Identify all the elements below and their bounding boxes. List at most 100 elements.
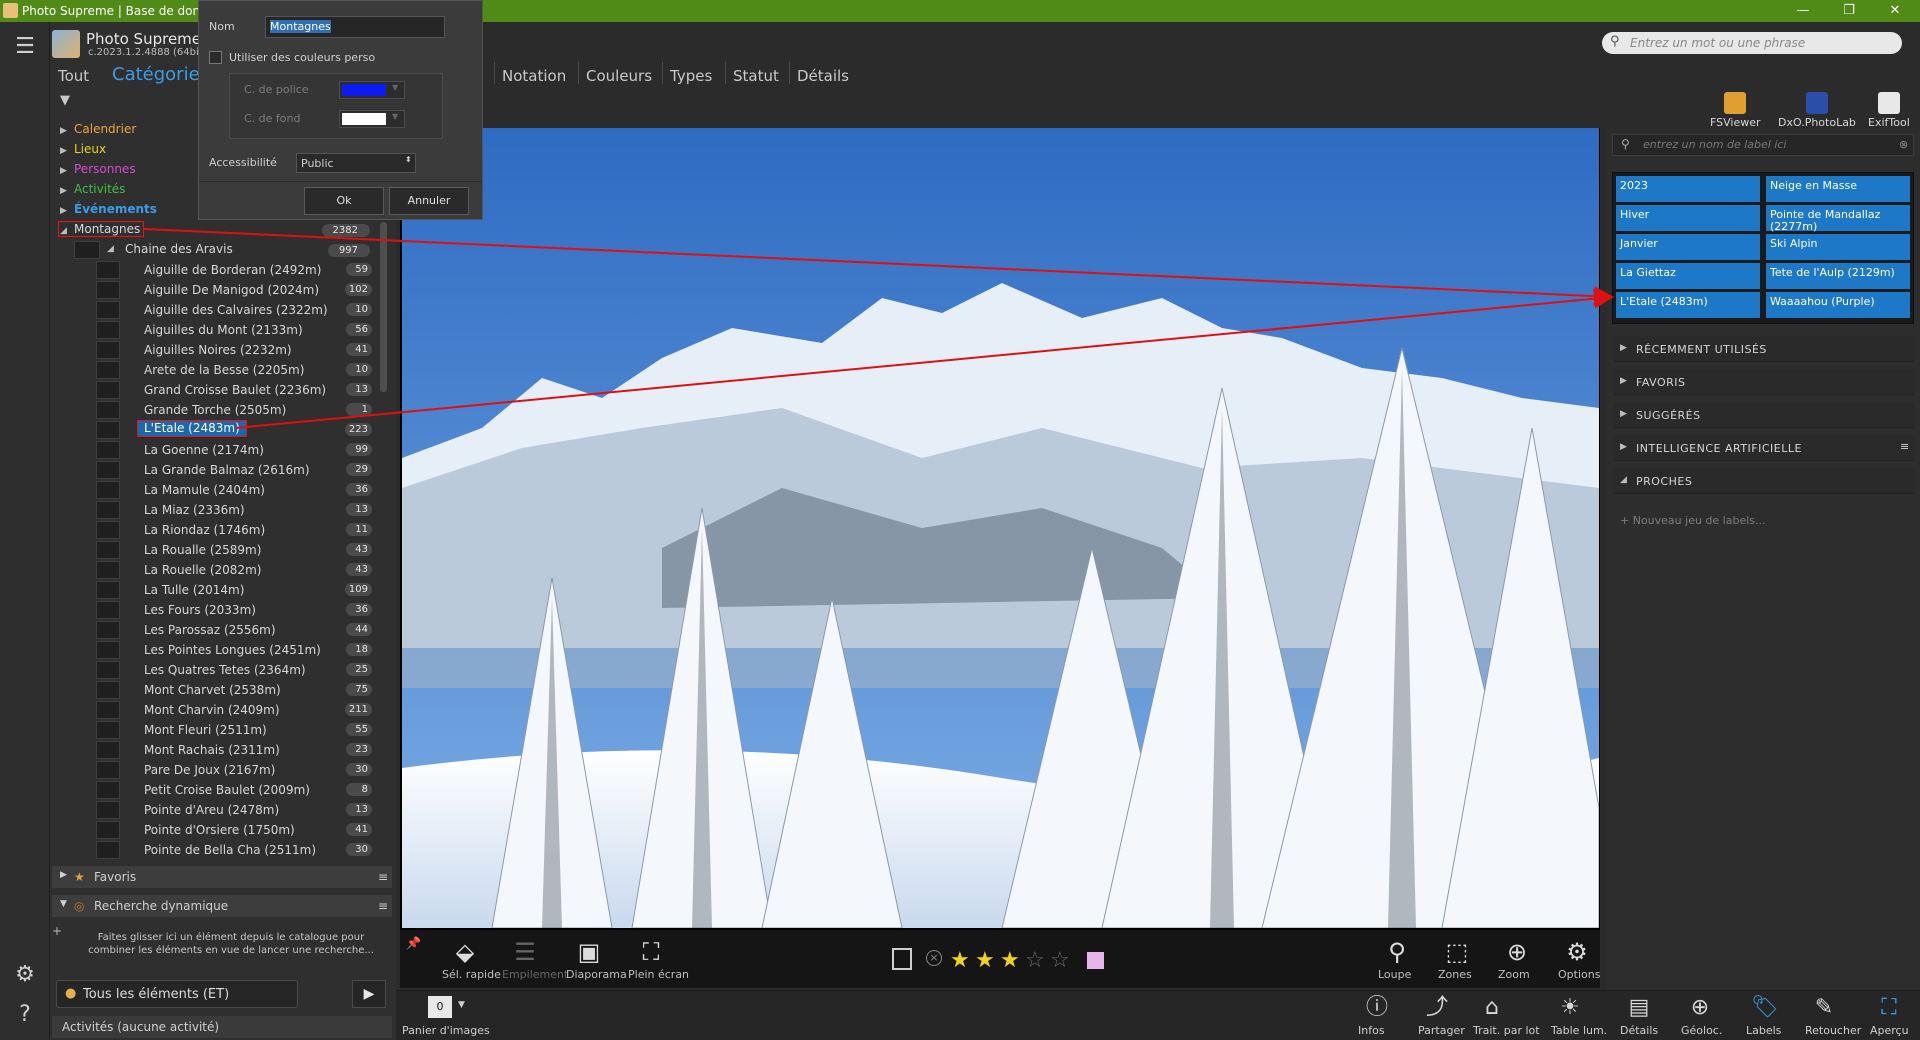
activities-bar[interactable]: Activités (aucune activité) — [52, 1016, 392, 1038]
tool-options-label[interactable]: Options — [1558, 968, 1600, 981]
bottom-infos-label[interactable]: Infos — [1358, 1024, 1385, 1037]
tree-item[interactable]: Les Pointes Longues (2451m) 18 — [72, 640, 372, 660]
tree-item[interactable]: La Rouelle (2082m) 43 — [72, 560, 372, 580]
group-checkbox[interactable] — [74, 241, 100, 259]
tool-plein-ecran-label[interactable]: Plein écran — [628, 968, 689, 981]
assigned-label[interactable]: Waaaahou (Purple) — [1766, 292, 1910, 318]
assigned-label[interactable]: Pointe de Mandallaz (2277m) — [1766, 205, 1910, 233]
rating-star-icon[interactable]: ★ — [975, 948, 995, 973]
collapse-triangle-icon[interactable]: ◢ — [60, 226, 74, 236]
tree-item-checkbox[interactable] — [96, 581, 120, 599]
rating-star-icon[interactable]: ☆ — [1050, 948, 1070, 973]
assigned-label[interactable]: Ski Alpin — [1766, 234, 1910, 260]
tree-item-checkbox[interactable] — [96, 601, 120, 619]
loupe-icon[interactable]: ⚲ — [1382, 938, 1412, 966]
pin-icon[interactable]: 📌 — [406, 936, 421, 950]
bg-color-picker[interactable]: ▼ — [339, 110, 405, 128]
tree-item-checkbox[interactable] — [96, 321, 120, 339]
section-suggeres[interactable]: ▶ SUGGÉRÉS — [1614, 402, 1914, 428]
tool-zones-label[interactable]: Zones — [1438, 968, 1472, 981]
batch-icon[interactable]: ⌂ — [1477, 994, 1507, 1022]
tree-item-checkbox[interactable] — [96, 821, 120, 839]
quick-select-icon[interactable]: ⬙ — [450, 938, 480, 966]
tree-item[interactable]: La Riondaz (1746m) 11 — [72, 520, 372, 540]
rating-star-icon[interactable]: ★ — [1000, 948, 1020, 973]
tree-item-checkbox[interactable] — [96, 801, 120, 819]
geoloc-icon[interactable]: ⊕ — [1685, 994, 1715, 1022]
help-icon[interactable]: ? — [12, 1002, 38, 1028]
rating-star-icon[interactable]: ★ — [950, 948, 970, 973]
tree-item-checkbox[interactable] — [96, 701, 120, 719]
tree-item-checkbox[interactable] — [96, 281, 120, 299]
tree-item-checkbox[interactable] — [96, 721, 120, 739]
reject-icon[interactable]: × — [926, 950, 942, 966]
label-search-input[interactable]: ⚲ entrez un nom de label ici ⊗ — [1612, 134, 1914, 156]
assigned-label[interactable]: Tete de l'Aulp (2129m) — [1766, 263, 1910, 289]
tab-categories[interactable]: Catégories — [112, 64, 209, 85]
info-icon[interactable]: ⓘ — [1362, 994, 1392, 1022]
category-activites[interactable]: ▶ Activités — [60, 182, 125, 200]
section-favoris[interactable]: ▶ FAVORIS — [1614, 369, 1914, 395]
tree-item[interactable]: Petit Croise Baulet (2009m) 8 — [72, 780, 372, 800]
group-collapse-triangle-icon[interactable]: ◢ — [107, 244, 114, 254]
category-calendrier[interactable]: ▶ Calendrier — [60, 122, 136, 140]
share-icon[interactable]: ⤴ — [1422, 994, 1452, 1022]
tree-item-checkbox[interactable] — [96, 441, 120, 459]
tree-item[interactable]: Les Parossaz (2556m) 44 — [72, 620, 372, 640]
tree-item-checkbox[interactable] — [96, 501, 120, 519]
expand-triangle-icon[interactable]: ▶ — [60, 126, 74, 136]
tree-item-checkbox[interactable] — [96, 561, 120, 579]
tree-item[interactable]: Pointe d'Orsiere (1750m) 41 — [72, 820, 372, 840]
basket-dropdown-icon[interactable]: ▼ — [458, 1000, 465, 1010]
tree-item-checkbox[interactable] — [96, 781, 120, 799]
tool-zoom-label[interactable]: Zoom — [1498, 968, 1530, 981]
assigned-label[interactable]: 2023 — [1616, 176, 1760, 202]
assigned-label[interactable]: L'Etale (2483m) — [1616, 292, 1760, 318]
tree-item[interactable]: La Miaz (2336m) 13 — [72, 500, 372, 520]
tree-item[interactable]: Mont Charvin (2409m) 211 — [72, 700, 372, 720]
tree-item-checkbox[interactable] — [96, 381, 120, 399]
stack-icon[interactable]: ☰ — [510, 938, 540, 966]
tree-parent-montagnes[interactable]: ◢ Montagnes — [60, 222, 140, 240]
fullscreen-icon[interactable]: ⛶ — [636, 938, 666, 966]
filter-funnel-icon[interactable]: ▼ — [60, 93, 74, 108]
tab-notation[interactable]: Notation — [502, 67, 566, 85]
bottom-details-label[interactable]: Détails — [1620, 1024, 1658, 1037]
expand-triangle-icon[interactable]: ▶ — [60, 206, 74, 216]
tree-item[interactable]: L'Etale (2483m) 223 — [72, 420, 372, 440]
tree-item[interactable]: La Goenne (2174m) 99 — [72, 440, 372, 460]
tree-item-checkbox[interactable] — [96, 461, 120, 479]
main-photo[interactable] — [402, 128, 1599, 928]
bottom-partager-label[interactable]: Partager — [1418, 1024, 1465, 1037]
tree-item-checkbox[interactable] — [96, 341, 120, 359]
tab-statut[interactable]: Statut — [733, 67, 779, 85]
tree-item-checkbox[interactable] — [96, 761, 120, 779]
tree-item-checkbox[interactable] — [96, 481, 120, 499]
bookmark-flag-icon[interactable] — [892, 948, 912, 970]
basket-label[interactable]: Panier d'images — [402, 1024, 490, 1037]
tab-all[interactable]: Tout — [58, 67, 89, 85]
tree-item[interactable]: Aiguille De Manigod (2024m) 102 — [72, 280, 372, 300]
font-color-picker[interactable]: ▼ — [339, 81, 405, 99]
bottom-retoucher-label[interactable]: Retoucher — [1805, 1024, 1861, 1037]
preview-icon[interactable]: ⛶ — [1874, 994, 1904, 1022]
slideshow-icon[interactable]: ▣ — [574, 938, 604, 966]
tree-scrollbar[interactable] — [380, 222, 387, 392]
tree-item-checkbox[interactable] — [96, 261, 120, 279]
tree-item[interactable]: Aiguilles Noires (2232m) 41 — [72, 340, 372, 360]
tool-loupe-label[interactable]: Loupe — [1378, 968, 1411, 981]
expand-triangle-icon[interactable]: ▶ — [60, 146, 74, 156]
section-proches[interactable]: ◢ PROCHES — [1614, 468, 1914, 494]
assigned-label[interactable]: Janvier — [1616, 234, 1760, 260]
ok-button[interactable]: Ok — [304, 187, 384, 215]
launch-exiftool[interactable]: ExifTool — [1868, 92, 1910, 129]
tree-item-checkbox[interactable] — [96, 621, 120, 639]
section-intelligence-artificielle[interactable]: ▶ INTELLIGENCE ARTIFICIELLE ≡ — [1614, 435, 1914, 461]
tree-item-checkbox[interactable] — [96, 641, 120, 659]
section-recemment-utilises[interactable]: ▶ RÉCEMMENT UTILISÉS — [1614, 336, 1914, 362]
bottom-apercu-label[interactable]: Aperçu — [1870, 1024, 1909, 1037]
details-icon[interactable]: ▤ — [1624, 994, 1654, 1022]
assigned-label[interactable]: Hiver — [1616, 205, 1760, 231]
tab-details[interactable]: Détails — [797, 67, 849, 85]
close-button[interactable]: ✕ — [1872, 0, 1918, 22]
